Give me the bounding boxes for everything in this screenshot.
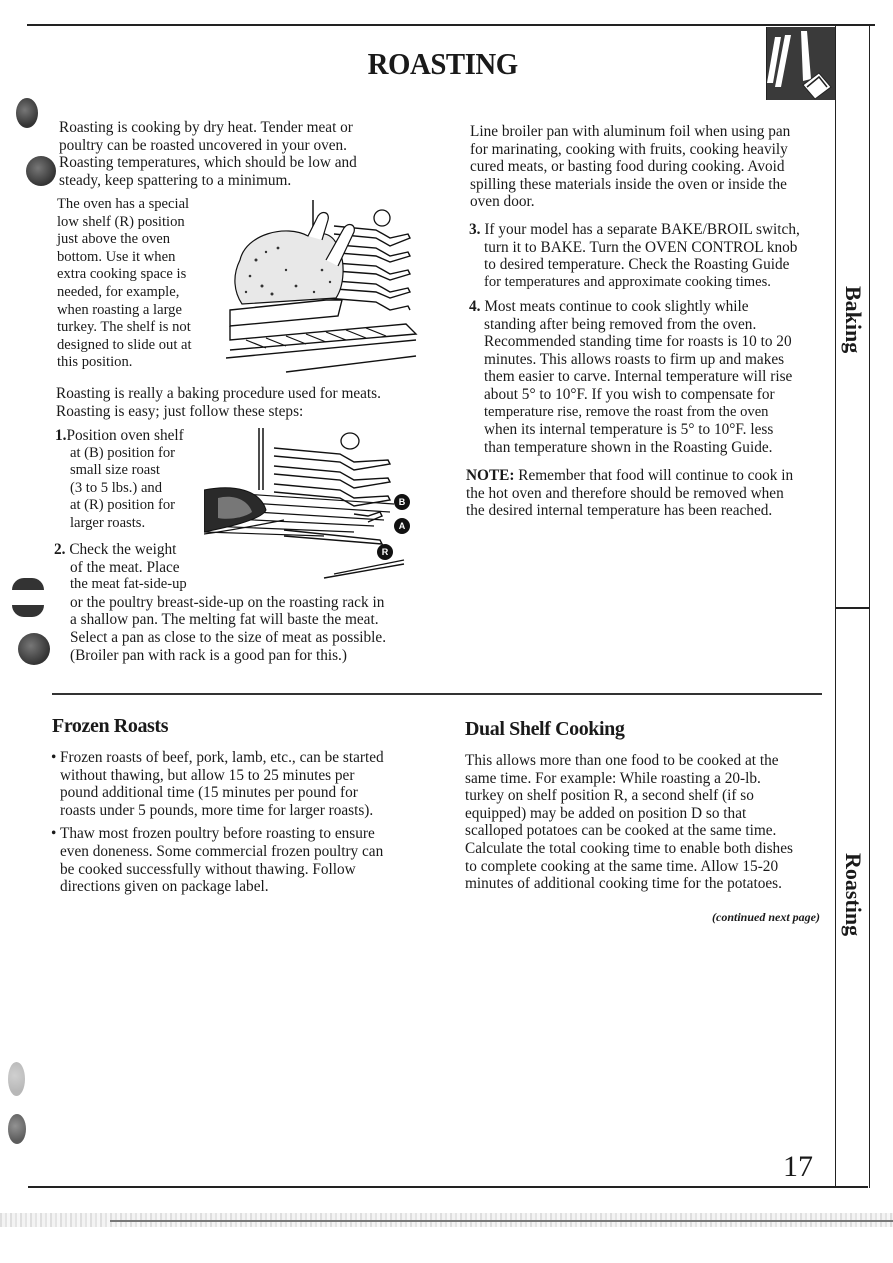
step-2: 2. Check the weight of the meat. Place t…: [54, 541, 387, 664]
scan-artifact-line: [110, 1220, 893, 1222]
page-title: ROASTING: [367, 46, 518, 81]
shelf-position-a-badge: A: [394, 518, 410, 534]
binder-hole-icon: [16, 98, 38, 128]
turkey-illustration: [225, 200, 421, 376]
continued-note[interactable]: (continued next page): [660, 910, 820, 925]
intro-paragraph: Roasting is cooking by dry heat. Tender …: [59, 119, 357, 189]
top-rule: [27, 24, 875, 26]
frozen-roasts-heading: Frozen Roasts: [52, 715, 169, 737]
binder-hole-icon: [8, 1114, 26, 1144]
list-item: • Thaw most frozen poultry before roasti…: [51, 825, 384, 896]
step-3: 3. If your model has a separate BAKE/BRO…: [469, 221, 800, 290]
dual-shelf-paragraph: This allows more than one food to be coo…: [465, 752, 793, 893]
binder-hole-icon: [12, 605, 44, 617]
side-tab-divider: [835, 607, 870, 609]
binder-hole-icon: [12, 578, 44, 590]
binder-hole-icon: [18, 633, 50, 665]
page-number: 17: [783, 1150, 813, 1183]
list-item: • Frozen roasts of beef, pork, lamb, etc…: [51, 749, 384, 819]
side-tab-baking[interactable]: Baking: [838, 250, 868, 390]
dual-shelf-heading: Dual Shelf Cooking: [465, 718, 625, 740]
section-divider: [52, 693, 822, 695]
note-label: NOTE:: [466, 467, 515, 484]
step-4: 4. Most meats continue to cook slightly …: [469, 298, 793, 456]
note-paragraph: NOTE: Remember that food will continue t…: [466, 467, 794, 520]
shelf-position-b-badge: B: [394, 494, 410, 510]
special-shelf-paragraph: The oven has a special low shelf (R) pos…: [57, 196, 192, 371]
baking-procedure-paragraph: Roasting is really a baking procedure us…: [56, 385, 381, 420]
step-1: 1. Position oven shelf at (B) position fo…: [55, 427, 184, 531]
foil-paragraph: Line broiler pan with aluminum foil when…: [470, 123, 791, 211]
side-tab-roasting[interactable]: Roasting: [838, 820, 868, 970]
binder-hole-icon: [8, 1062, 25, 1096]
binder-hole-icon: [26, 156, 56, 186]
frozen-roasts-list: • Frozen roasts of beef, pork, lamb, etc…: [51, 749, 431, 896]
bottom-rule: [28, 1186, 868, 1188]
section-logo-icon: [766, 27, 836, 100]
